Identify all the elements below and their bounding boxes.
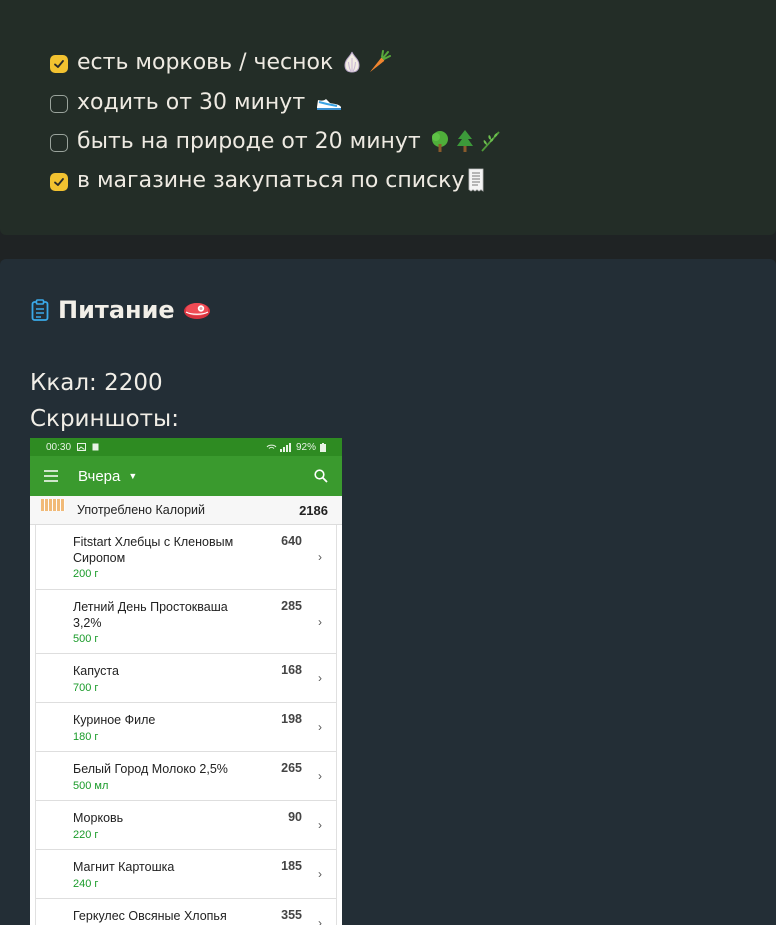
check-icon (54, 177, 64, 186)
food-kcal: 355 (281, 908, 302, 922)
list-item[interactable]: Магнит Картошка 240 г 185 › (36, 850, 336, 899)
food-name: Капуста (73, 664, 119, 678)
check-icon (54, 59, 64, 68)
habit-item: в магазине закупаться по списку (50, 165, 486, 195)
list-item[interactable]: Капуста 700 г 168 › (36, 654, 336, 703)
habit-label: в магазине закупаться по списку (77, 167, 465, 193)
food-amount: 200 г (73, 568, 99, 580)
food-kcal: 640 (281, 534, 302, 548)
food-kcal: 198 (281, 712, 302, 726)
habit-item: ходить от 30 минут (50, 87, 343, 117)
kcal-text: Ккал: 2200 (30, 370, 163, 396)
chevron-right-icon: › (318, 671, 322, 685)
food-amount: 220 г (73, 829, 99, 841)
food-list: Fitstart Хлебцы с Кленовым Сиропом 200 г… (35, 525, 337, 925)
chevron-right-icon: › (318, 769, 322, 783)
checkbox-checked[interactable] (50, 172, 68, 191)
food-name: Белый Город Молоко 2,5% (73, 762, 228, 776)
summary-label: Употреблено Калорий (77, 503, 206, 517)
list-item[interactable]: Белый Город Молоко 2,5% 500 мл 265 › (36, 752, 336, 801)
app-toolbar: Вчера ▼ (30, 456, 342, 496)
calorie-summary: Употреблено Калорий 2186 (30, 496, 342, 525)
food-name: Куриное Филе (73, 713, 156, 727)
habit-item: есть морковь / чеснок (50, 47, 392, 77)
list-item[interactable]: Куриное Филе 180 г 198 › (36, 703, 336, 752)
phone-screenshot[interactable]: 00:30 92% Вчера ▼ Употреблено Калорий 21… (30, 438, 342, 925)
food-name: Геркулес Овсяные Хлопья (73, 909, 227, 923)
food-kcal: 185 (281, 859, 302, 873)
calories-icon (41, 499, 65, 511)
meat-icon (183, 303, 210, 319)
food-name: Fitstart Хлебцы с Кленовым Сиропом (73, 535, 234, 565)
chevron-right-icon: › (318, 818, 322, 832)
page-title: Питание (58, 296, 175, 324)
food-kcal: 265 (281, 761, 302, 775)
food-amount: 180 г (73, 731, 99, 743)
food-kcal: 90 (288, 810, 302, 824)
food-kcal: 285 (281, 599, 302, 613)
summary-value: 2186 (299, 502, 328, 518)
evergreen-icon (456, 130, 473, 152)
food-amount: 500 мл (73, 780, 109, 792)
signal-icon (266, 442, 291, 452)
sim-icon (92, 443, 99, 451)
food-amount: 700 г (73, 682, 99, 694)
list-item[interactable]: Морковь 220 г 90 › (36, 801, 336, 850)
habit-label: быть на природе от 20 минут (77, 128, 421, 154)
habits-card: есть морковь / чеснок ходить от 30 минут… (0, 0, 776, 235)
clipboard-icon (31, 299, 49, 321)
food-kcal: 168 (281, 663, 302, 677)
status-time: 00:30 (46, 441, 72, 453)
habit-label: ходить от 30 минут (77, 89, 306, 115)
habit-item: быть на природе от 20 минут (50, 126, 503, 156)
sneaker-icon (317, 99, 342, 110)
garlic-icon (344, 51, 360, 73)
search-icon[interactable] (314, 469, 328, 483)
food-name: Морковь (73, 811, 124, 825)
food-amount: 240 г (73, 878, 99, 890)
chevron-right-icon: › (318, 916, 322, 925)
menu-icon[interactable] (44, 470, 58, 482)
herb-icon (481, 131, 500, 152)
date-selector[interactable]: Вчера (78, 468, 120, 485)
checkbox-unchecked[interactable] (50, 94, 68, 113)
chevron-down-icon[interactable]: ▼ (128, 471, 137, 481)
food-amount: 500 г (73, 633, 99, 645)
battery-icon (320, 442, 326, 452)
nutrition-heading: Питание (30, 295, 211, 325)
chevron-right-icon: › (318, 615, 322, 629)
battery-percent: 92% (295, 441, 316, 453)
chevron-right-icon: › (318, 720, 322, 734)
food-name: Магнит Картошка (73, 860, 175, 874)
list-item[interactable]: Летний День Простокваша 3,2% 500 г 285 › (36, 590, 336, 654)
chevron-right-icon: › (318, 550, 322, 564)
tree-icon (431, 131, 448, 152)
status-bar: 00:30 92% (30, 438, 342, 456)
checkbox-checked[interactable] (50, 54, 68, 73)
carrot-icon (370, 50, 392, 72)
list-item[interactable]: Геркулес Овсяные Хлопья 355 › (36, 899, 336, 925)
chevron-right-icon: › (318, 867, 322, 881)
checkbox-unchecked[interactable] (50, 133, 68, 152)
list-item[interactable]: Fitstart Хлебцы с Кленовым Сиропом 200 г… (36, 525, 336, 590)
receipt-icon (469, 168, 484, 192)
habit-label: есть морковь / чеснок (77, 49, 334, 75)
gallery-icon (77, 443, 87, 451)
screenshots-label: Скриншоты: (30, 406, 179, 432)
food-name: Летний День Простокваша 3,2% (73, 600, 228, 630)
